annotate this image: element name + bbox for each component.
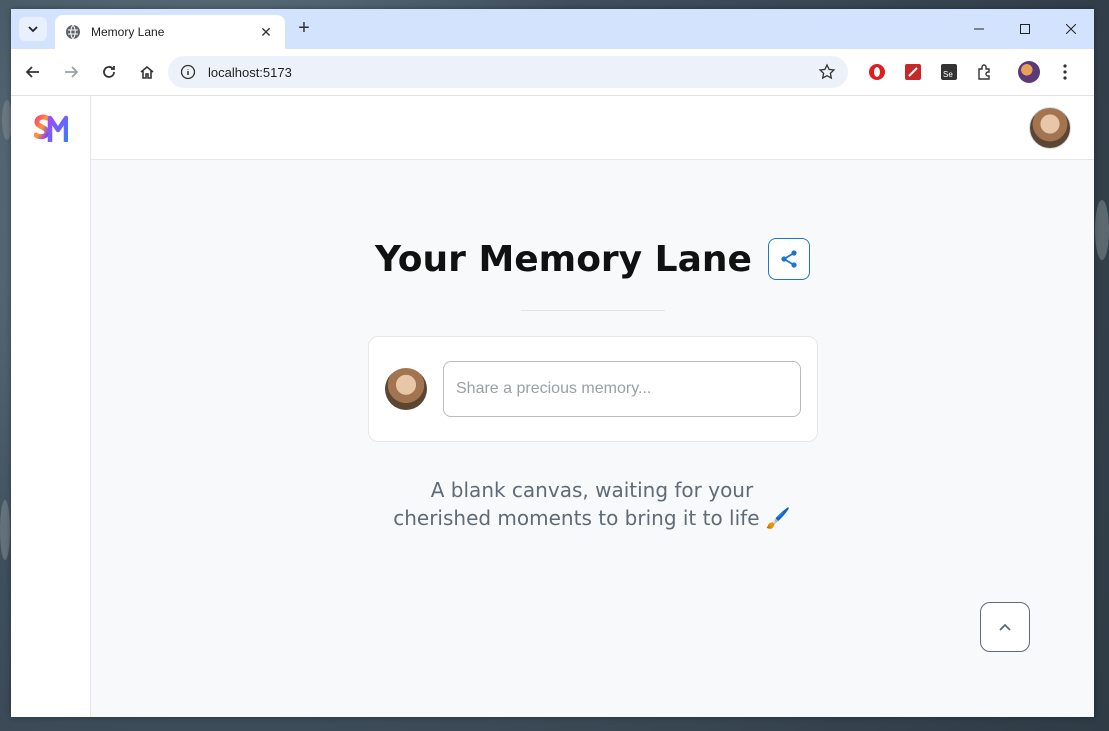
window-controls bbox=[956, 9, 1094, 49]
close-window-button[interactable] bbox=[1048, 9, 1094, 49]
back-button[interactable] bbox=[15, 54, 51, 90]
star-icon[interactable] bbox=[818, 63, 836, 81]
tab-strip: Memory Lane ✕ + bbox=[11, 9, 1094, 49]
puzzle-icon bbox=[978, 64, 990, 80]
extensions-area: Se bbox=[859, 56, 1083, 88]
chevron-down-icon bbox=[28, 25, 38, 32]
main-content: Your Memory Lane A blank canvas, waiting… bbox=[91, 96, 1094, 717]
back-icon bbox=[25, 66, 39, 78]
extensions-button[interactable] bbox=[967, 56, 1003, 88]
top-bar bbox=[91, 96, 1094, 160]
sidebar bbox=[11, 96, 91, 717]
minimize-icon bbox=[974, 28, 984, 30]
browser-window: Memory Lane ✕ + localhost:5173 Se Your M… bbox=[11, 9, 1094, 717]
picker-icon bbox=[905, 64, 921, 80]
empty-state-message: A blank canvas, waiting for your cherish… bbox=[341, 476, 843, 532]
selenium-icon: Se bbox=[941, 64, 957, 80]
forward-button[interactable] bbox=[53, 54, 89, 90]
svg-text:Se: Se bbox=[943, 70, 953, 79]
title-divider bbox=[521, 310, 665, 311]
share-button[interactable] bbox=[767, 238, 810, 280]
chevron-up-icon bbox=[999, 623, 1011, 631]
forward-icon bbox=[65, 66, 79, 78]
minimize-button[interactable] bbox=[956, 9, 1002, 49]
info-icon[interactable] bbox=[180, 64, 196, 80]
browser-toolbar: localhost:5173 Se bbox=[11, 49, 1094, 96]
profile-button[interactable] bbox=[1011, 56, 1047, 88]
title-row: Your Memory Lane bbox=[91, 238, 1094, 280]
home-button[interactable] bbox=[129, 54, 165, 90]
empty-state-line-1: A blank canvas, waiting for your bbox=[430, 478, 754, 502]
share-icon bbox=[781, 250, 797, 268]
maximize-button[interactable] bbox=[1002, 9, 1048, 49]
profile-avatar bbox=[1018, 61, 1040, 83]
tab-memory-lane[interactable]: Memory Lane ✕ bbox=[55, 15, 285, 49]
opera-extension-icon[interactable] bbox=[859, 56, 895, 88]
plus-icon[interactable]: + bbox=[293, 18, 315, 40]
memory-input[interactable] bbox=[443, 361, 801, 417]
close-icon[interactable]: ✕ bbox=[257, 24, 275, 41]
page-title: Your Memory Lane bbox=[375, 238, 752, 280]
app-logo-icon[interactable] bbox=[34, 112, 68, 146]
composer-avatar bbox=[385, 368, 427, 410]
selenium-extension-icon[interactable]: Se bbox=[931, 56, 967, 88]
menu-button[interactable] bbox=[1047, 56, 1083, 88]
empty-state-line-2: cherished moments to bring it to life 🖌️ bbox=[393, 506, 791, 530]
reload-icon bbox=[103, 66, 115, 78]
more-vert-icon bbox=[1063, 64, 1067, 80]
user-avatar[interactable] bbox=[1029, 107, 1071, 149]
scroll-to-top-button[interactable] bbox=[980, 602, 1030, 652]
memory-composer bbox=[368, 336, 818, 442]
maximize-icon bbox=[1020, 24, 1030, 34]
tab-search-button[interactable] bbox=[19, 17, 47, 41]
address-bar[interactable]: localhost:5173 bbox=[168, 56, 848, 88]
tab-title: Memory Lane bbox=[91, 25, 165, 39]
extension-red-icon[interactable] bbox=[895, 56, 931, 88]
home-icon bbox=[140, 65, 154, 79]
url-text: localhost:5173 bbox=[208, 64, 292, 80]
globe-icon bbox=[66, 24, 80, 40]
opera-icon bbox=[869, 64, 885, 80]
reload-button[interactable] bbox=[91, 54, 127, 90]
web-page: Your Memory Lane A blank canvas, waiting… bbox=[11, 96, 1094, 717]
close-icon bbox=[1066, 24, 1076, 34]
